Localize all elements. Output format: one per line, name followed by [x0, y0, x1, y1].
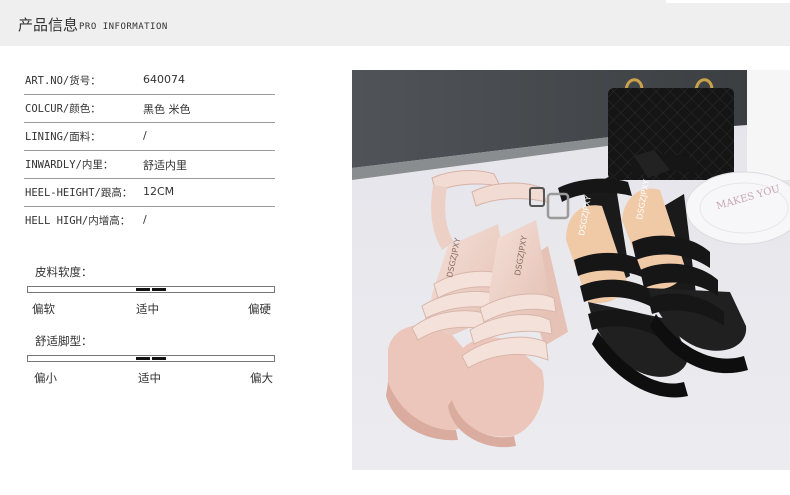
spec-row-lining: LINING/面料： /: [24, 124, 275, 151]
spec-label: ART.NO/货号：: [25, 75, 101, 87]
fit-title: 舒适脚型：: [35, 334, 93, 348]
spec-label: HELL HIGH/内增高：: [25, 215, 131, 227]
product-photo: MAKES YOU DSGZJPXY DSGZJPXY DSGZJPXY DSG…: [352, 70, 790, 470]
spec-value: 640074: [143, 73, 185, 86]
fit-level-mark: [136, 357, 166, 360]
spec-row-inner-height: HELL HIGH/内增高： /: [24, 208, 275, 234]
spec-value: 舒适内里: [143, 159, 187, 172]
softness-title: 皮料软度：: [35, 265, 93, 279]
spec-value: 12CM: [143, 185, 175, 198]
spec-table: ART.NO/货号： 640074 COLCUR/颜色： 黑色 米色 LININ…: [24, 68, 275, 235]
section-title-cn: 产品信息: [18, 16, 79, 34]
spec-row-color: COLCUR/颜色： 黑色 米色: [24, 96, 275, 123]
section-title: 产品信息PRO INFORMATION: [18, 14, 168, 35]
spec-label: HEEL-HEIGHT/跟高：: [25, 187, 133, 199]
fit-label-large: 偏大: [250, 371, 273, 385]
spec-row-art-no: ART.NO/货号： 640074: [24, 68, 275, 95]
spec-value: 黑色 米色: [143, 103, 191, 116]
sandals-illustration: MAKES YOU DSGZJPXY DSGZJPXY DSGZJPXY DSG…: [352, 70, 790, 470]
softness-level-mark: [136, 288, 166, 291]
softness-label-soft: 偏软: [32, 302, 55, 316]
spec-label: COLCUR/颜色：: [25, 103, 101, 115]
softness-label-hard: 偏硬: [248, 302, 271, 316]
spec-label: INWARDLY/内里：: [25, 159, 114, 171]
spec-row-inner: INWARDLY/内里： 舒适内里: [24, 152, 275, 179]
spec-value: /: [143, 213, 147, 226]
header-bar: 产品信息PRO INFORMATION: [0, 0, 790, 46]
softness-label-medium: 适中: [136, 302, 159, 316]
fit-label-small: 偏小: [34, 371, 57, 385]
fit-label-medium: 适中: [138, 371, 161, 385]
spec-value: /: [143, 129, 147, 142]
section-title-en: PRO INFORMATION: [79, 22, 168, 32]
spec-label: LINING/面料：: [25, 131, 101, 143]
header-tab-indicator: [666, 0, 790, 3]
softness-bar: [27, 286, 275, 293]
spec-row-heel-height: HEEL-HEIGHT/跟高： 12CM: [24, 180, 275, 207]
white-backdrop: [747, 70, 790, 180]
fit-bar: [27, 355, 275, 362]
